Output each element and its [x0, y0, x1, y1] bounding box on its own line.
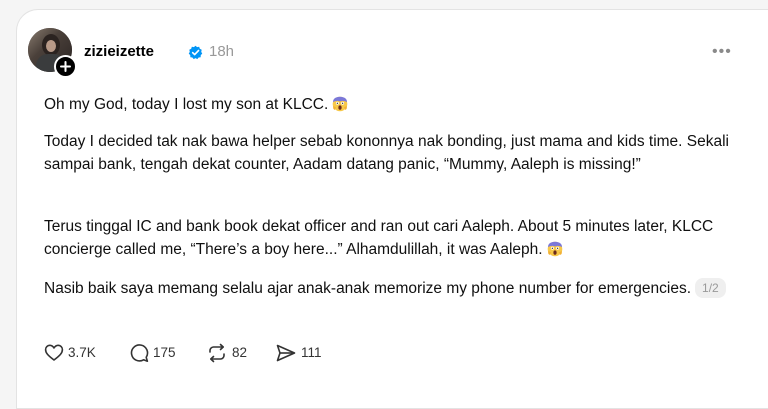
like-count: 3.7K — [68, 345, 96, 360]
screaming-face-emoji — [332, 96, 348, 112]
comment-button[interactable]: 175 — [129, 340, 184, 366]
post-paragraph: Today I decided tak nak bawa helper seba… — [44, 133, 730, 173]
repost-icon — [209, 343, 225, 363]
heart-icon — [44, 344, 64, 361]
post-paragraph: Nasib baik saya memang selalu ajar anak-… — [44, 277, 744, 300]
repost-button[interactable]: 82 — [206, 340, 256, 366]
share-count: 111 — [301, 345, 322, 360]
comment-count: 175 — [153, 345, 176, 360]
comment-bubble-icon — [130, 344, 149, 362]
like-button[interactable]: 3.7K — [44, 340, 106, 366]
repost-count: 82 — [232, 345, 248, 360]
screaming-face-emoji — [547, 241, 562, 257]
verified-badge-icon — [188, 45, 203, 60]
share-button[interactable]: 111 — [275, 340, 330, 366]
follow-plus-icon[interactable] — [54, 55, 77, 78]
send-icon — [276, 344, 296, 362]
post-paragraph: Oh my God, today I lost my son at KLCC. — [44, 93, 744, 116]
post-paragraph: Terus tinggal IC and bank book dekat off… — [44, 218, 714, 258]
thread-indicator[interactable]: 1/2 — [695, 278, 726, 298]
post-timestamp[interactable]: 18h — [209, 42, 234, 62]
username[interactable]: zizieizette — [84, 42, 154, 62]
more-options-icon[interactable]: ••• — [712, 42, 732, 62]
